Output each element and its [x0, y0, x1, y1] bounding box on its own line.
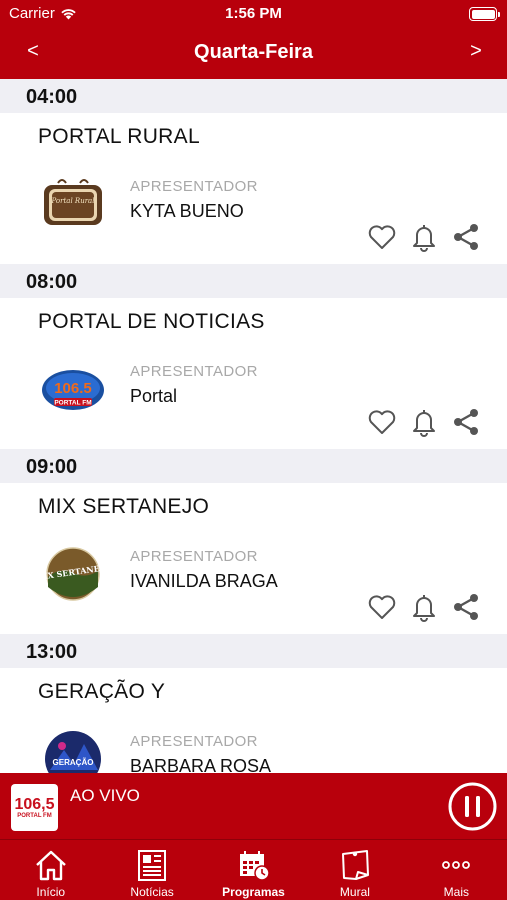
program-actions — [366, 591, 482, 623]
heart-icon[interactable] — [366, 591, 398, 623]
presenter-name: BARBARA ROSA — [130, 756, 272, 773]
presenter-role: APRESENTADOR — [130, 733, 258, 750]
portal-rural-logo: Portal Rural — [44, 179, 102, 225]
program-name: PORTAL DE NOTICIAS — [38, 310, 265, 333]
newspaper-icon — [138, 850, 167, 881]
time-header: 04:00 — [0, 79, 507, 113]
share-icon[interactable] — [450, 406, 482, 438]
station-logo-number: 106,5 — [14, 795, 55, 813]
tab-label: Programas — [222, 885, 285, 899]
tab-programas[interactable]: Programas — [203, 840, 304, 900]
battery-icon — [469, 7, 500, 21]
share-icon[interactable] — [450, 221, 482, 253]
next-day-button[interactable]: > — [461, 40, 491, 63]
presenter-name: KYTA BUENO — [130, 201, 244, 221]
program-name: MIX SERTANEJO — [38, 495, 210, 518]
bell-icon[interactable] — [408, 406, 440, 438]
presenter-role: APRESENTADOR — [130, 548, 258, 565]
time-header: 13:00 — [0, 634, 507, 668]
tab-label: Notícias — [130, 885, 174, 899]
logo-text: GERAÇÃO — [53, 758, 94, 767]
tab-bar: Início Notícias Programas Mural Mais — [0, 839, 507, 900]
svg-text:106.5: 106.5 — [54, 380, 92, 397]
program-actions — [366, 221, 482, 253]
mix-sertanejo-logo: MIX SERTANEJO — [46, 547, 100, 601]
program-card[interactable]: PORTAL RURAL Portal Rural APRESENTADOR K… — [0, 113, 507, 264]
home-icon — [35, 850, 66, 881]
bell-icon[interactable] — [408, 221, 440, 253]
tab-label: Início — [36, 885, 66, 899]
bell-icon[interactable] — [408, 591, 440, 623]
program-card[interactable]: PORTAL DE NOTICIAS 106.5 PORTAL FM APRES… — [0, 298, 507, 449]
time-header: 09:00 — [0, 449, 507, 483]
tab-label: Mural — [339, 885, 370, 899]
pause-icon — [448, 782, 497, 831]
live-player-bar[interactable]: 106,5 PORTAL FM AO VIVO — [0, 773, 507, 839]
day-navigator: < Quarta-Feira > — [0, 30, 507, 76]
program-logo: Portal Rural — [40, 177, 106, 231]
tab-noticias[interactable]: Notícias — [101, 840, 202, 900]
program-name: GERAÇÃO Y — [38, 680, 166, 703]
geracao-y-logo: GERAÇÃO — [45, 731, 101, 773]
logo-text: Portal Rural — [51, 197, 95, 205]
tab-label: Mais — [443, 885, 469, 899]
program-name: PORTAL RURAL — [38, 125, 200, 148]
program-logo: MIX SERTANEJO — [40, 547, 106, 601]
presenter-role: APRESENTADOR — [130, 363, 258, 380]
note-icon — [341, 850, 369, 880]
share-icon[interactable] — [450, 591, 482, 623]
status-bar: Carrier 1:56 PM — [0, 0, 507, 28]
program-card[interactable]: GERAÇÃO Y GERAÇÃO APRESENTADOR BARBARA R… — [0, 668, 507, 773]
top-bar: Carrier 1:56 PM < Quarta-Feira > — [0, 0, 507, 79]
tab-inicio[interactable]: Início — [0, 840, 101, 900]
tab-mais[interactable]: Mais — [406, 840, 507, 900]
time-header: 08:00 — [0, 264, 507, 298]
page-title: Quarta-Feira — [194, 41, 313, 63]
presenter-name: IVANILDA BRAGA — [130, 571, 278, 591]
presenter-role: APRESENTADOR — [130, 178, 258, 195]
heart-icon[interactable] — [366, 221, 398, 253]
program-logo: GERAÇÃO — [40, 731, 106, 773]
presenter-name: Portal — [130, 386, 178, 406]
station-logo: 106,5 PORTAL FM — [11, 784, 58, 831]
heart-icon[interactable] — [366, 406, 398, 438]
calendar-icon — [239, 851, 270, 881]
tab-mural[interactable]: Mural — [304, 840, 405, 900]
status-time: 1:56 PM — [225, 5, 282, 22]
program-list[interactable]: 04:00 PORTAL RURAL Portal Rural APRESENT… — [0, 79, 507, 773]
live-label: AO VIVO — [70, 786, 140, 805]
more-icon — [442, 861, 471, 869]
station-logo-sub: PORTAL FM — [17, 812, 52, 819]
svg-text:PORTAL FM: PORTAL FM — [54, 400, 91, 407]
program-card[interactable]: MIX SERTANEJO MIX SERTANEJO APRESENTADOR… — [0, 483, 507, 634]
portal-fm-logo: 106.5 PORTAL FM — [42, 370, 104, 410]
pause-button[interactable] — [448, 782, 497, 831]
program-logo: 106.5 PORTAL FM — [40, 362, 106, 416]
program-actions — [366, 406, 482, 438]
